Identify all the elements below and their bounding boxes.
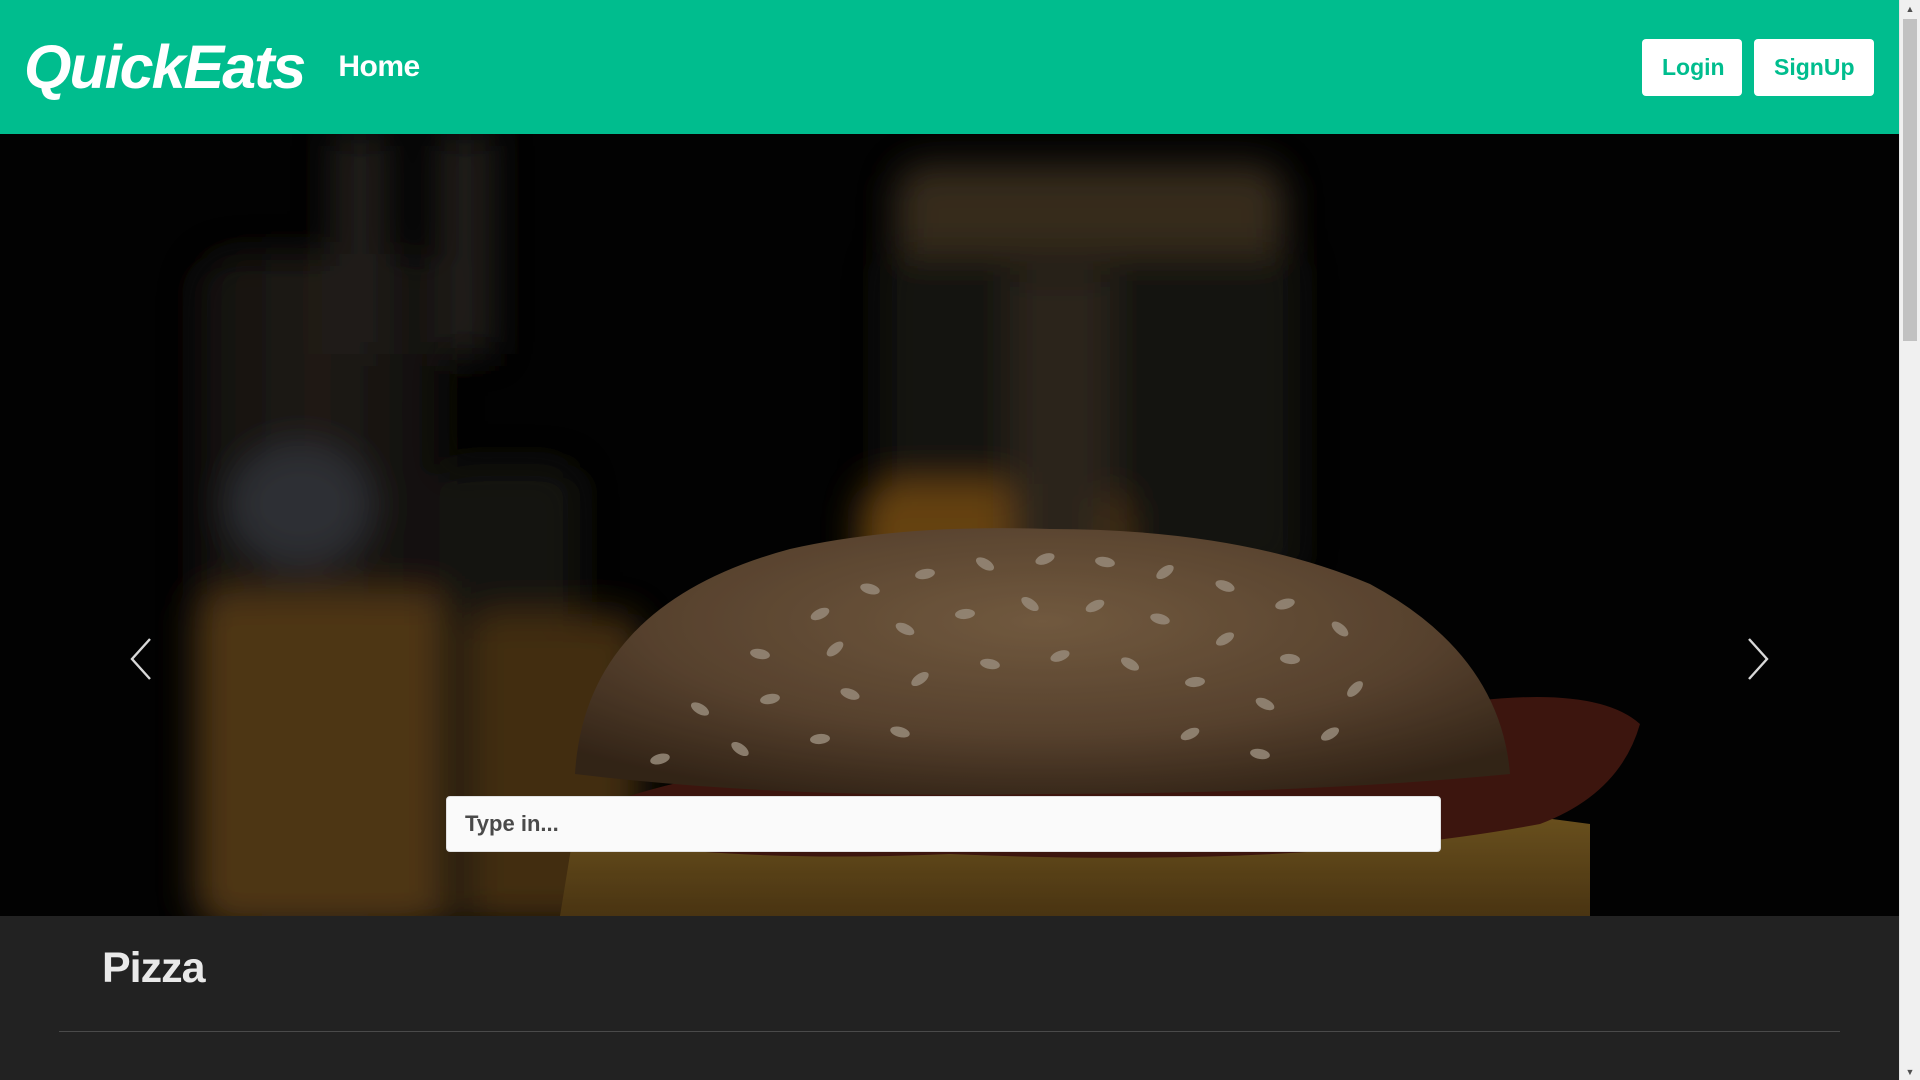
carousel-prev-button[interactable] <box>120 634 164 684</box>
nav-home-link[interactable]: Home <box>338 50 420 84</box>
navbar: QuickEats Home Login SignUp <box>0 0 1899 134</box>
page: QuickEats Home Login SignUp Type in... P… <box>0 0 1920 1080</box>
category-title: Pizza <box>102 944 206 992</box>
brand-logo[interactable]: QuickEats <box>24 36 306 98</box>
chevron-left-icon <box>130 638 151 680</box>
signup-button[interactable]: SignUp <box>1754 38 1874 96</box>
scroll-thumb[interactable] <box>1903 19 1917 341</box>
scroll-down-icon[interactable]: ▼ <box>1900 1063 1920 1080</box>
scroll-up-icon[interactable]: ▲ <box>1900 0 1920 17</box>
category-section-pizza: Pizza <box>0 916 1899 1080</box>
category-divider <box>59 1031 1840 1032</box>
chevron-right-icon <box>1748 638 1769 680</box>
page-scrollbar[interactable]: ▲ ▼ <box>1899 0 1920 1080</box>
carousel-next-button[interactable] <box>1735 634 1779 684</box>
search-input[interactable] <box>446 796 1441 852</box>
login-button[interactable]: Login <box>1642 38 1742 96</box>
